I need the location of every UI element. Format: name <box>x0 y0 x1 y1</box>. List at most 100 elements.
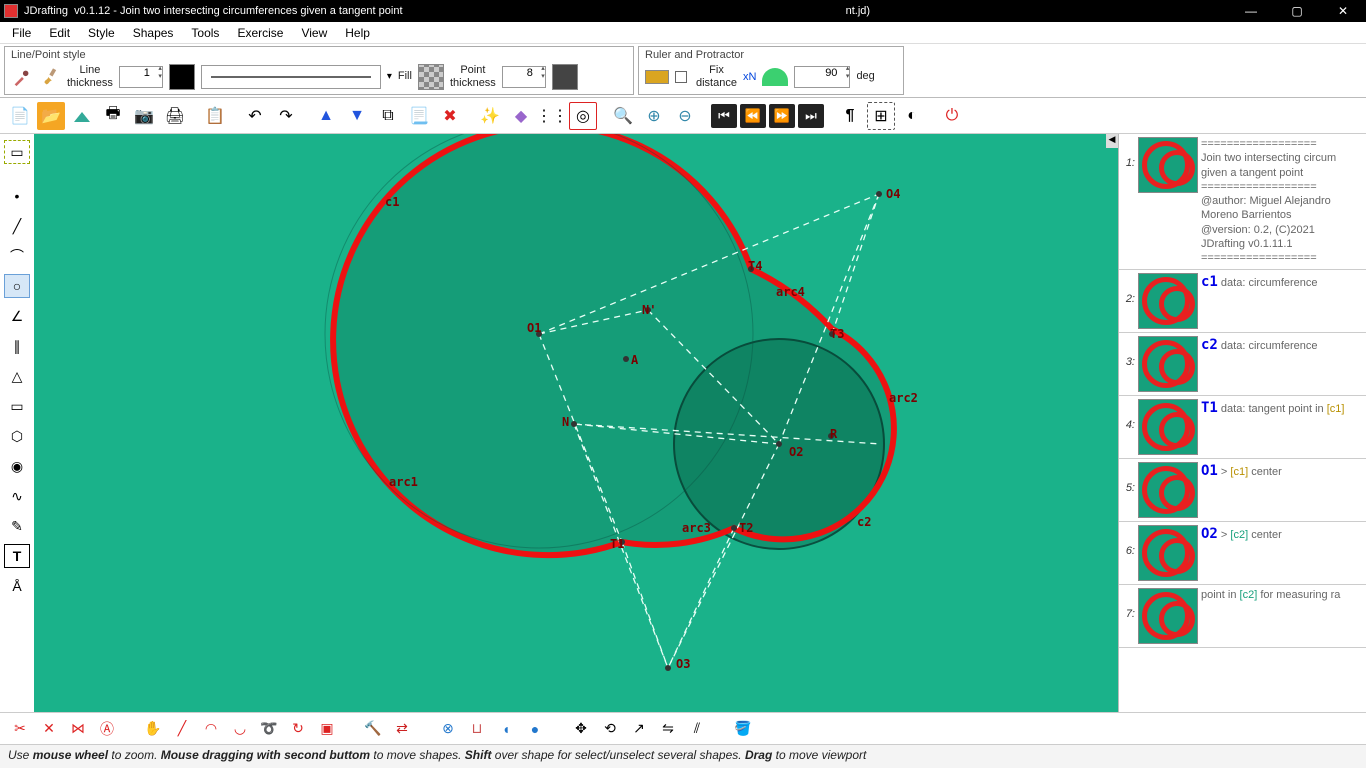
minimize-button[interactable]: — <box>1228 0 1274 22</box>
target-icon[interactable]: ◎ <box>569 102 597 130</box>
step-row[interactable]: 3:c2 data: circumference <box>1119 333 1366 396</box>
copy-icon[interactable]: ⧉ <box>374 102 402 130</box>
arc-red-icon[interactable]: ◠ <box>199 717 223 741</box>
wand-icon[interactable]: ✨ <box>476 102 504 130</box>
angle-tool-icon[interactable]: ∠ <box>4 304 30 328</box>
menu-view[interactable]: View <box>293 24 335 42</box>
triangle-tool-icon[interactable]: △ <box>4 364 30 388</box>
power-icon[interactable]: ⏻ <box>938 102 966 130</box>
menu-tools[interactable]: Tools <box>183 24 227 42</box>
line-style-dropdown[interactable] <box>201 65 381 89</box>
grid-icon[interactable]: ⊞ <box>867 102 895 130</box>
arc2-icon[interactable]: ◡ <box>228 717 252 741</box>
text-tool-icon[interactable]: T <box>4 544 30 568</box>
rocket-icon[interactable]: ↗ <box>627 717 651 741</box>
loop-icon[interactable]: ↻ <box>286 717 310 741</box>
spline-tool-icon[interactable]: ∿ <box>4 484 30 508</box>
zoom-fit-icon[interactable]: 🔍 <box>609 102 637 130</box>
pencil-tool-icon[interactable]: ✎ <box>4 514 30 538</box>
diamond-icon[interactable]: ◆ <box>507 102 535 130</box>
select-rect-icon[interactable]: ▭ <box>4 140 30 164</box>
parallel-tool-icon[interactable]: ∥ <box>4 334 30 358</box>
paragraph-icon[interactable]: ¶ <box>836 102 864 130</box>
step-row[interactable]: 2:c1 data: circumference <box>1119 270 1366 333</box>
down-icon[interactable]: ▼ <box>343 102 371 130</box>
skew-icon[interactable]: ⫽ <box>685 717 709 741</box>
undo-icon[interactable]: ↶ <box>241 102 269 130</box>
list-icon[interactable]: 📃 <box>405 102 433 130</box>
step-row[interactable]: 7:point in [c2] for measuring ra <box>1119 585 1366 648</box>
fix-distance-checkbox[interactable] <box>675 71 687 83</box>
point-tool-icon[interactable]: • <box>4 184 30 208</box>
merge-icon[interactable]: ● <box>523 717 547 741</box>
compass-red-icon[interactable]: Ⓐ <box>95 717 119 741</box>
cross-icon[interactable]: ✕ <box>37 717 61 741</box>
subtract-icon[interactable]: ◖ <box>494 717 518 741</box>
clipboard-icon[interactable]: 📋 <box>201 102 229 130</box>
conic-tool-icon[interactable]: ◉ <box>4 454 30 478</box>
brush-icon[interactable] <box>39 66 61 88</box>
menu-help[interactable]: Help <box>337 24 378 42</box>
arc-tool-icon[interactable]: ⌒ <box>4 244 30 268</box>
box-red-icon[interactable]: ▣ <box>315 717 339 741</box>
step-row[interactable]: 6:O2 > [c2] center <box>1119 522 1366 585</box>
first-icon[interactable]: ⏮ <box>711 104 737 128</box>
print-preview-icon[interactable]: 🖶 <box>99 102 127 130</box>
compass-tool-icon[interactable]: Å <box>4 574 30 598</box>
point-thickness-input[interactable]: 8 <box>502 66 546 88</box>
new-icon[interactable]: 📄 <box>6 102 34 130</box>
zoom-out-icon[interactable]: ⊖ <box>671 102 699 130</box>
point-color-swatch[interactable] <box>552 64 578 90</box>
menu-shapes[interactable]: Shapes <box>125 24 182 42</box>
camera-icon[interactable]: 📷 <box>130 102 158 130</box>
delete-icon[interactable]: ✖ <box>436 102 464 130</box>
rotate-icon[interactable]: ⟲ <box>598 717 622 741</box>
xn-button[interactable]: xN <box>743 71 756 83</box>
print-icon[interactable]: 🖨 <box>161 102 189 130</box>
stroke-color-swatch[interactable] <box>169 64 195 90</box>
hand-icon[interactable]: ✋ <box>141 717 165 741</box>
menu-style[interactable]: Style <box>80 24 123 42</box>
mirror-icon[interactable]: ⇋ <box>656 717 680 741</box>
union-icon[interactable]: ⊔ <box>465 717 489 741</box>
steps-sidebar[interactable]: 1:==================Join two intersectin… <box>1118 134 1366 712</box>
segment-tool-icon[interactable]: ╱ <box>4 214 30 238</box>
close-button[interactable]: ✕ <box>1320 0 1366 22</box>
dots-icon[interactable]: ⋮⋮ <box>538 102 566 130</box>
eyedropper-icon[interactable] <box>11 66 33 88</box>
venn-icon[interactable]: ⊗ <box>436 717 460 741</box>
protractor-icon[interactable] <box>762 68 788 86</box>
step-row[interactable]: 4:T1 data: tangent point in [c1] <box>1119 396 1366 459</box>
spiral-icon[interactable]: ➰ <box>257 717 281 741</box>
maximize-button[interactable]: ▢ <box>1274 0 1320 22</box>
polygon-tool-icon[interactable]: ⬡ <box>4 424 30 448</box>
open-icon[interactable]: 📂 <box>37 102 65 130</box>
drawing-canvas[interactable]: ◀ <box>34 134 1118 712</box>
step-row[interactable]: 5:O1 > [c1] center <box>1119 459 1366 522</box>
line-thickness-input[interactable]: 1 <box>119 66 163 88</box>
divide-icon[interactable]: ╱ <box>170 717 194 741</box>
scroll-arrow-icon[interactable]: ◀ <box>1106 134 1118 148</box>
hammer-icon[interactable]: 🔨 <box>361 717 385 741</box>
intersect-icon[interactable]: ⋈ <box>66 717 90 741</box>
scissors-icon[interactable]: ✂ <box>8 717 32 741</box>
fill-swatch[interactable] <box>418 64 444 90</box>
menu-edit[interactable]: Edit <box>41 24 78 42</box>
redo-icon[interactable]: ↷ <box>272 102 300 130</box>
circle-tool-icon[interactable]: ○ <box>4 274 30 298</box>
move-icon[interactable]: ✥ <box>569 717 593 741</box>
rectangle-tool-icon[interactable]: ▭ <box>4 394 30 418</box>
up-icon[interactable]: ▲ <box>312 102 340 130</box>
zoom-in-icon[interactable]: ⊕ <box>640 102 668 130</box>
next-icon[interactable]: ⏩ <box>769 104 795 128</box>
prev-icon[interactable]: ⏪ <box>740 104 766 128</box>
ruler-icon[interactable] <box>645 70 669 84</box>
bucket-icon[interactable]: 🪣 <box>731 717 755 741</box>
last-icon[interactable]: ⏭ <box>798 104 824 128</box>
contrast-icon[interactable]: ◐ <box>898 102 926 130</box>
angle-input[interactable]: 90 <box>794 66 850 88</box>
menu-file[interactable]: File <box>4 24 39 42</box>
menu-exercise[interactable]: Exercise <box>229 24 291 42</box>
save-icon[interactable] <box>68 102 96 130</box>
step-row[interactable]: 1:==================Join two intersectin… <box>1119 134 1366 270</box>
